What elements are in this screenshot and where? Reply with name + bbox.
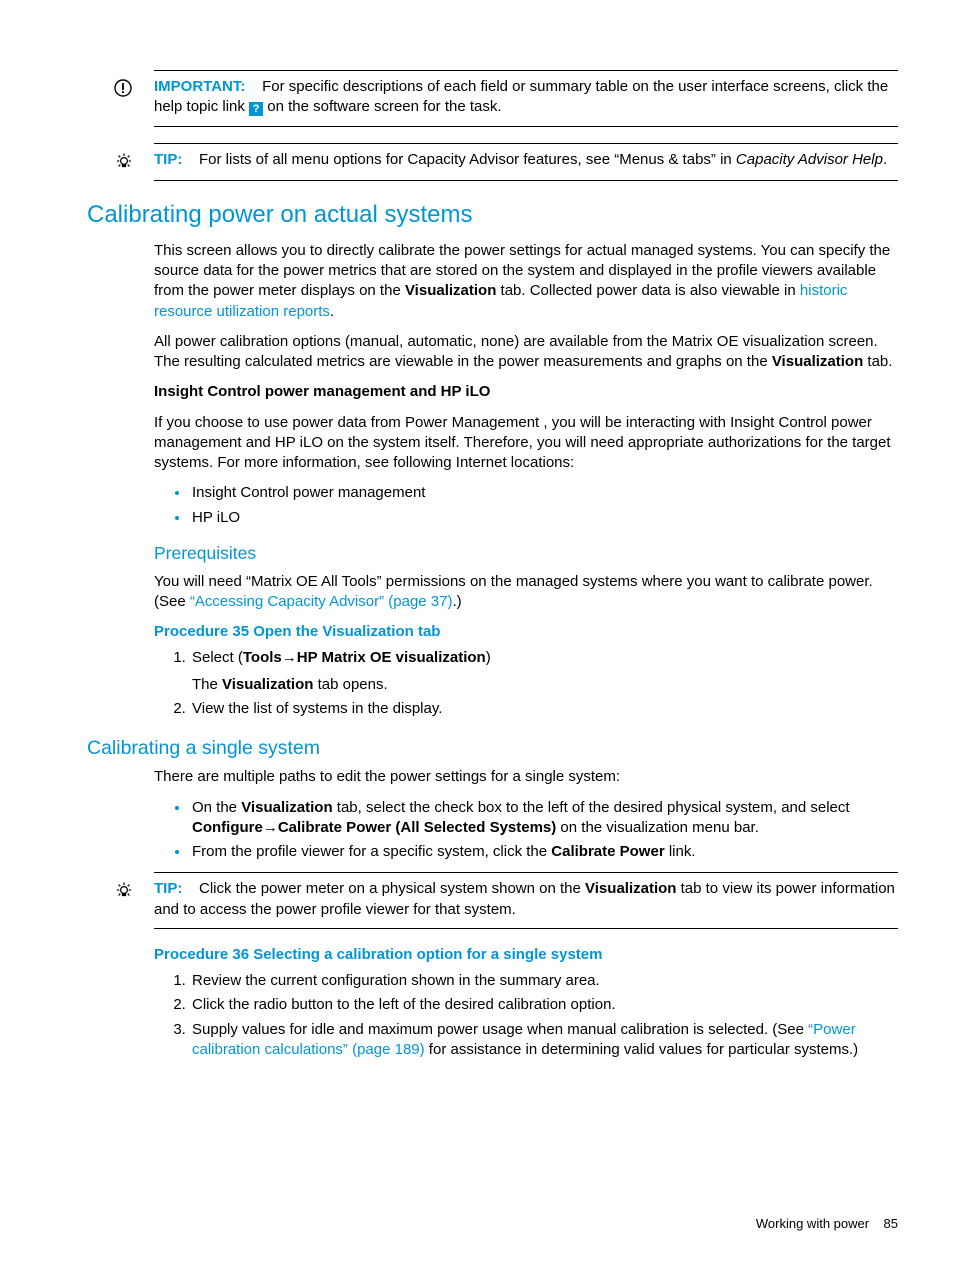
proc36-s3-b: for assistance in determining valid valu… [425,1041,859,1058]
sec2-b2-bold: Calibrate Power [551,843,664,860]
sec1-p1-c: . [330,303,334,320]
proc35-s1-sub: The Visualization tab opens. [192,675,898,695]
tip2-label: TIP: [154,880,182,897]
proc36-step1: Review the current configuration shown i… [190,971,898,991]
proc36-step3: Supply values for idle and maximum power… [190,1020,898,1061]
sec2-b1-bold2: Configure [192,819,263,836]
tip2-text-bold: Visualization [585,880,676,897]
sec2-b1-bold1: Visualization [241,799,332,816]
proc36-title: Procedure 36 Selecting a calibration opt… [154,945,898,965]
tip-icon [114,150,154,172]
page-footer: Working with power 85 [756,1215,898,1233]
sec1-bullets: Insight Control power management HP iLO [154,483,898,528]
proc35-s1-b1: Tools [243,649,282,666]
tip2-text-1: Click the power meter on a physical syst… [199,880,585,897]
sec2-p1: There are multiple paths to edit the pow… [154,767,898,787]
footer-text: Working with power [756,1216,869,1231]
arrow-icon: → [282,649,297,666]
tip1-body: TIP: For lists of all menu options for C… [154,150,898,172]
tip-icon [114,879,154,920]
sec1-sub-bold-text: Insight Control power management and HP … [154,383,490,400]
heading-prerequisites: Prerequisites [154,542,898,566]
tip1-text-ital: Capacity Advisor Help [736,151,883,168]
sec2-body: There are multiple paths to edit the pow… [154,767,898,1060]
list-item: Insight Control power management [190,483,898,503]
sec1-body: This screen allows you to directly calib… [154,241,898,719]
proc35-s1-sub-bold: Visualization [222,676,313,693]
list-item: On the Visualization tab, select the che… [190,798,898,839]
link-accessing-ca[interactable]: “Accessing Capacity Advisor” (page 37) [190,593,453,610]
sec1-sub-bold: Insight Control power management and HP … [154,382,898,402]
sec1-p1: This screen allows you to directly calib… [154,241,898,322]
proc35-title: Procedure 35 Open the Visualization tab [154,622,898,642]
arrow-icon: → [263,819,278,836]
proc36-step2: Click the radio button to the left of th… [190,995,898,1015]
page: IMPORTANT: For specific descriptions of … [0,0,954,1271]
sec1-p1-b: tab. Collected power data is also viewab… [496,282,800,299]
sec1-p2-b: tab. [863,353,892,370]
sec1-p2-a: All power calibration options (manual, a… [154,333,878,370]
proc35-steps: Select (Tools→HP Matrix OE visualization… [154,648,898,719]
prereq-p-b: .) [452,593,461,610]
proc35-step1: Select (Tools→HP Matrix OE visualization… [190,648,898,695]
sec1-p1-bold: Visualization [405,282,496,299]
proc35-s1-sub-b: tab opens. [313,676,387,693]
proc35-s1-sub-a: The [192,676,222,693]
sec2-b1-a: On the [192,799,241,816]
tip-callout-2: TIP: Click the power meter on a physical… [154,872,898,929]
proc35-s1-a: Select ( [192,649,243,666]
sec1-p3: If you choose to use power data from Pow… [154,413,898,474]
sec1-p2: All power calibration options (manual, a… [154,332,898,373]
proc35-s1-b2: HP Matrix OE visualization [297,649,486,666]
help-icon: ? [249,102,263,116]
proc36-steps: Review the current configuration shown i… [154,971,898,1060]
sec2-bullets: On the Visualization tab, select the che… [154,798,898,863]
list-item: From the profile viewer for a specific s… [190,842,898,862]
sec1-p2-bold: Visualization [772,353,863,370]
important-icon [114,77,154,118]
list-item: HP iLO [190,508,898,528]
proc35-s1-c: ) [486,649,491,666]
tip-callout-1: TIP: For lists of all menu options for C… [154,143,898,181]
sec2-b1-c: on the visualization menu bar. [556,819,759,836]
sec2-b1-bold3: Calibrate Power (All Selected Systems) [278,819,556,836]
proc35-step2: View the list of systems in the display. [190,699,898,719]
heading-calibrating-single: Calibrating a single system [87,735,898,761]
important-label: IMPORTANT: [154,78,245,95]
tip2-body: TIP: Click the power meter on a physical… [154,879,898,920]
page-number: 85 [884,1216,898,1231]
sec2-b2-a: From the profile viewer for a specific s… [192,843,551,860]
prereq-p: You will need “Matrix OE All Tools” perm… [154,572,898,613]
heading-calibrating-power: Calibrating power on actual systems [87,199,898,231]
sec2-b2-b: link. [665,843,696,860]
sec2-b1-b: tab, select the check box to the left of… [333,799,850,816]
tip1-label: TIP: [154,151,182,168]
important-text-2: on the software screen for the task. [267,98,501,115]
tip1-text-1: For lists of all menu options for Capaci… [199,151,736,168]
important-body: IMPORTANT: For specific descriptions of … [154,77,898,118]
tip1-text-2: . [883,151,887,168]
proc36-s3-a: Supply values for idle and maximum power… [192,1021,808,1038]
important-callout: IMPORTANT: For specific descriptions of … [154,70,898,127]
important-text-1: For specific descriptions of each field … [154,78,888,115]
